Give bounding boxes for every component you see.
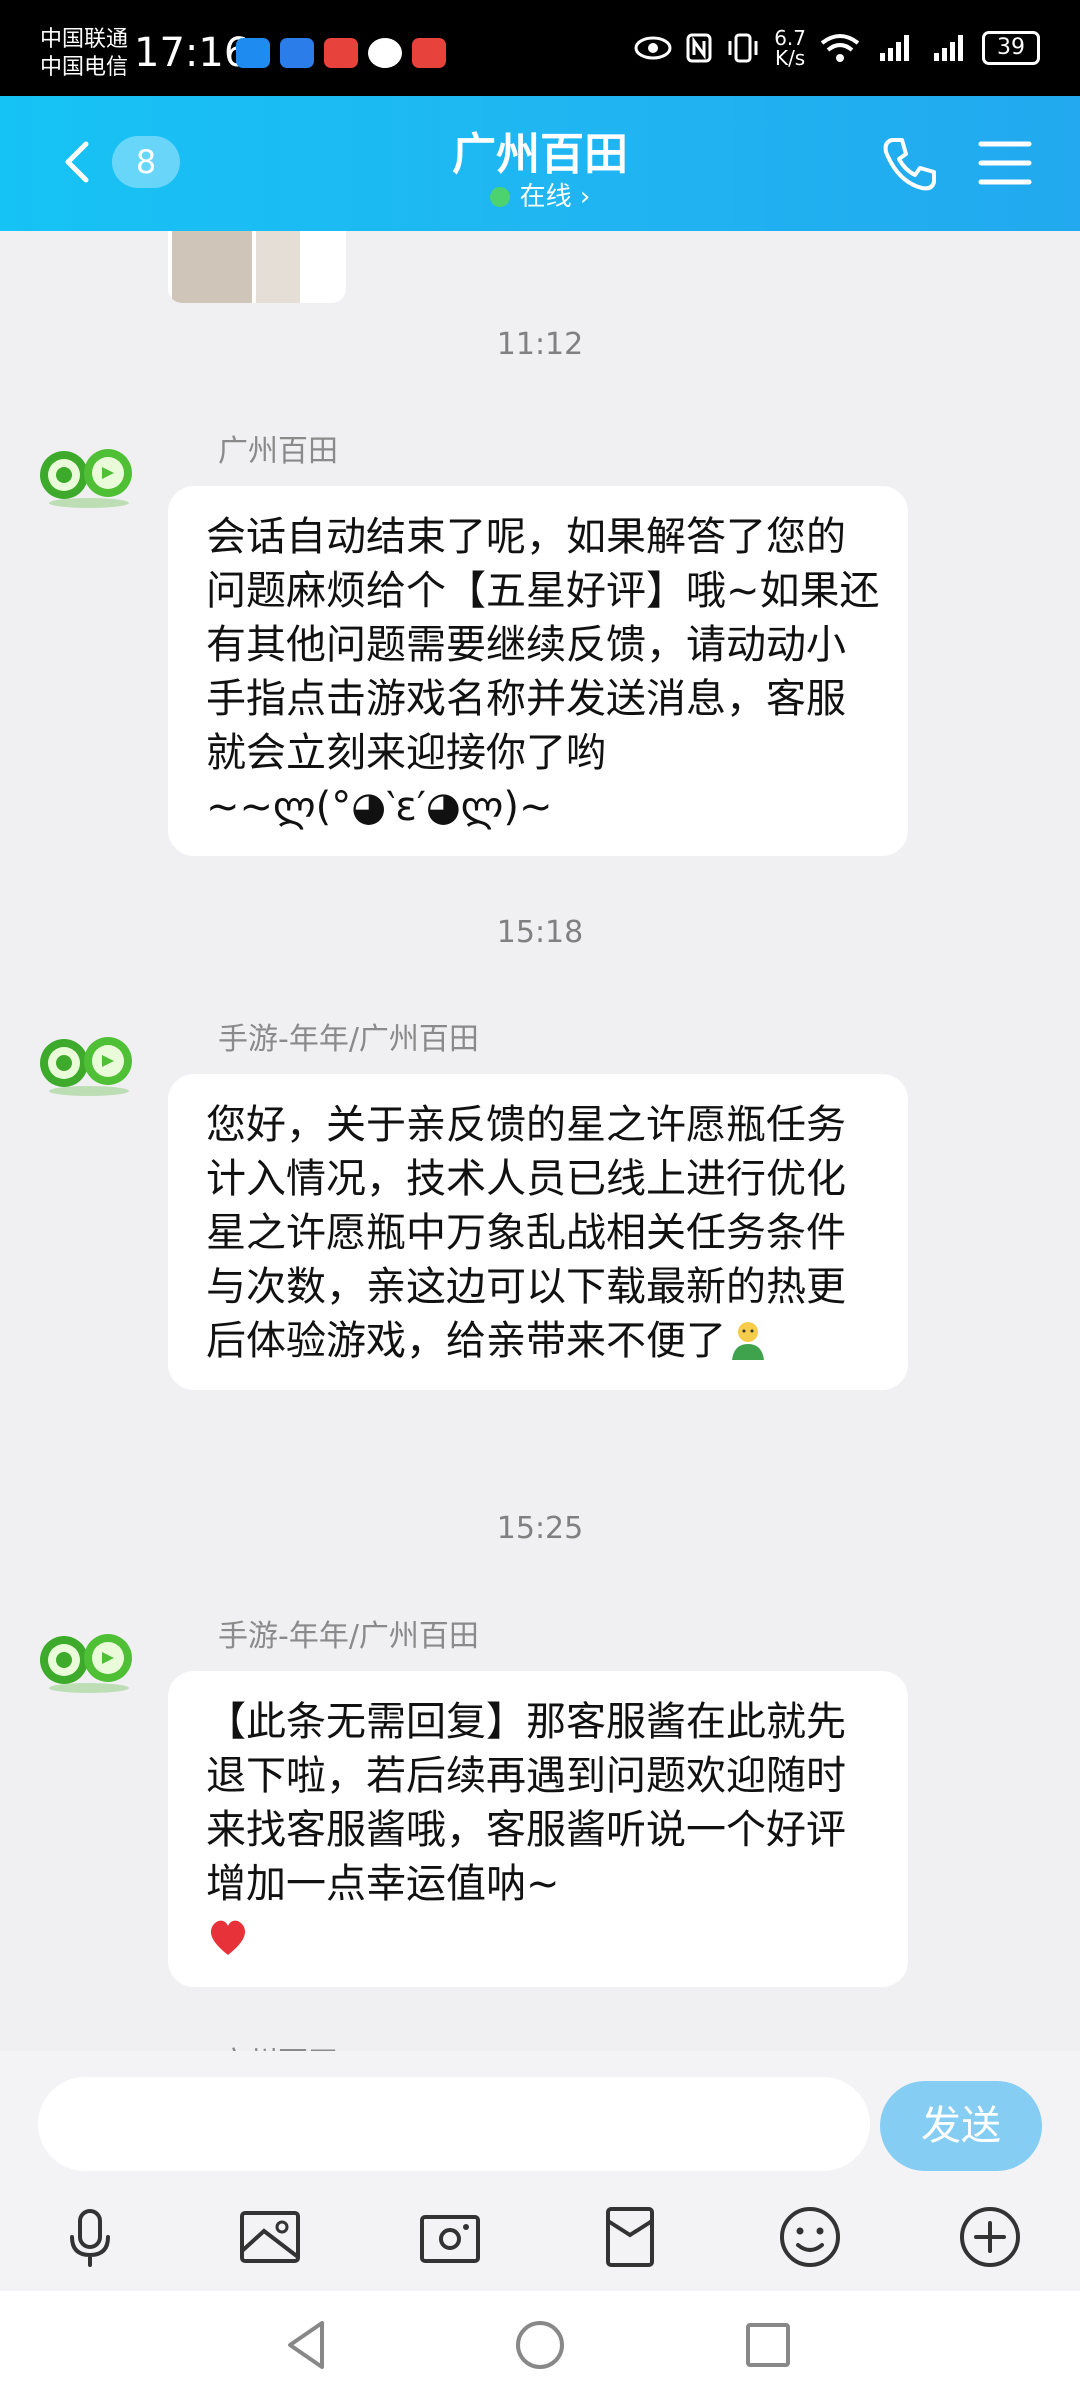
nav-recents-icon[interactable] bbox=[738, 2315, 798, 2375]
message-text: 【此条无需回复】那客服酱在此就先退下啦，若后续再遇到问题欢迎随时来找客服酱哦，客… bbox=[206, 1699, 846, 1907]
message-bubble[interactable]: 【此条无需回复】那客服酱在此就先退下啦，若后续再遇到问题欢迎随时来找客服酱哦，客… bbox=[168, 1671, 908, 1987]
message-list[interactable]: 11:12 广州百田 会话自动结束了呢，如果解答了您的问题麻烦给个【五星好评】哦… bbox=[0, 231, 1080, 2051]
carrier-1: 中国联通 bbox=[40, 27, 129, 52]
previous-image-message[interactable] bbox=[168, 231, 346, 303]
avatar[interactable] bbox=[38, 1029, 140, 1097]
message-timestamp: 15:25 bbox=[496, 1511, 584, 1546]
sender-name: 手游-年年/广州百田 bbox=[218, 1619, 479, 1654]
status-time: 17:16 bbox=[134, 30, 250, 76]
microphone-icon[interactable] bbox=[54, 2201, 126, 2273]
reader-notification-icon bbox=[324, 38, 358, 68]
image-icon[interactable] bbox=[234, 2201, 306, 2273]
signal-2-icon bbox=[934, 35, 963, 61]
notification-icons bbox=[236, 38, 446, 68]
app-notification-icon bbox=[412, 38, 446, 68]
online-status-label: 在线 › bbox=[519, 182, 591, 212]
message-input[interactable] bbox=[38, 2077, 870, 2171]
status-bar: 中国联通 中国电信 17:16 6.7 K/s 39 bbox=[0, 0, 1080, 96]
weather-notification-icon bbox=[236, 38, 270, 68]
nav-back-icon[interactable] bbox=[278, 2315, 338, 2375]
message-text: 会话自动结束了呢，如果解答了您的问题麻烦给个【五星好评】哦~如果还有其他问题需要… bbox=[206, 514, 880, 830]
message-timestamp: 15:18 bbox=[496, 915, 584, 950]
emoji-icon[interactable] bbox=[774, 2201, 846, 2273]
nfc-icon bbox=[686, 33, 712, 63]
chat-notification-icon bbox=[368, 38, 402, 68]
message-bubble[interactable]: 会话自动结束了呢，如果解答了您的问题麻烦给个【五星好评】哦~如果还有其他问题需要… bbox=[168, 486, 908, 856]
send-button[interactable]: 发送 bbox=[880, 2081, 1042, 2171]
camera-icon[interactable] bbox=[414, 2201, 486, 2273]
input-bar: 发送 bbox=[0, 2051, 1080, 2291]
wifi-icon bbox=[820, 34, 860, 62]
red-packet-icon[interactable] bbox=[594, 2201, 666, 2273]
vibrate-icon bbox=[728, 33, 758, 63]
browser-notification-icon bbox=[280, 38, 314, 68]
avatar[interactable] bbox=[38, 1626, 140, 1694]
sender-name: 手游-年年/广州百田 bbox=[218, 1022, 479, 1057]
carrier-labels: 中国联通 中国电信 bbox=[40, 26, 128, 82]
system-icons: 6.7 K/s 39 bbox=[634, 28, 1040, 68]
battery-indicator: 39 bbox=[982, 31, 1040, 65]
sender-name: 广州百田 bbox=[218, 434, 338, 469]
carrier-2: 中国电信 bbox=[40, 55, 129, 80]
message-bubble[interactable]: 您好，关于亲反馈的星之许愿瓶任务计入情况，技术人员已线上进行优化星之许愿瓶中万象… bbox=[168, 1074, 908, 1390]
phone-icon[interactable] bbox=[878, 132, 942, 196]
signal-1-icon bbox=[880, 35, 909, 61]
nav-home-icon[interactable] bbox=[510, 2315, 570, 2375]
chat-header: 8 广州百田 在线 › bbox=[0, 96, 1080, 231]
plus-icon[interactable] bbox=[954, 2201, 1026, 2273]
avatar[interactable] bbox=[38, 441, 140, 509]
net-speed: 6.7 K/s bbox=[774, 26, 806, 70]
menu-icon[interactable] bbox=[975, 136, 1035, 190]
message-timestamp: 11:12 bbox=[496, 327, 584, 362]
sender-name: 广州百田 bbox=[218, 2038, 338, 2051]
heart-emoji-icon bbox=[210, 1920, 246, 1955]
apology-emoji-icon bbox=[732, 1322, 764, 1360]
eye-icon bbox=[634, 36, 672, 60]
input-toolbar bbox=[0, 2201, 1080, 2281]
system-navigation-bar bbox=[0, 2291, 1080, 2400]
online-dot-icon bbox=[489, 187, 510, 207]
